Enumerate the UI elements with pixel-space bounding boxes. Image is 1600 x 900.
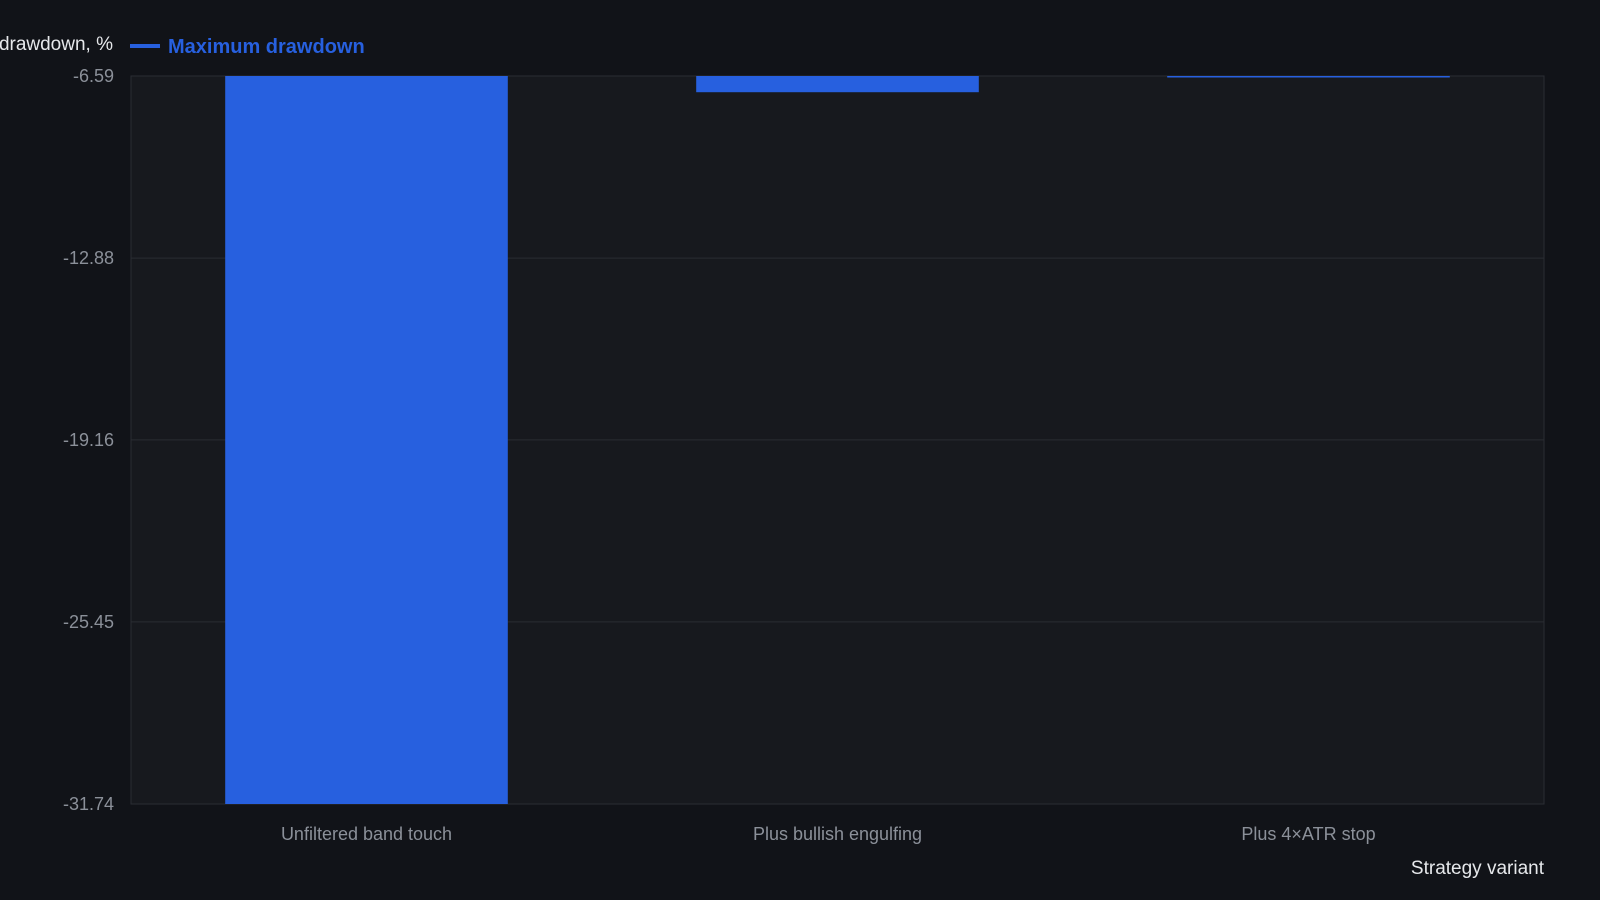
y-tick-label: -6.59: [73, 66, 114, 86]
x-axis-title: Strategy variant: [1411, 858, 1545, 879]
y-tick-label: -31.74: [63, 794, 114, 814]
y-tick-label: -12.88: [63, 248, 114, 268]
bar-chart: -6.59 -12.88 -19.16 -25.45 -31.74 Unfiltered…: [0, 0, 1600, 900]
bar[interactable]: [1167, 76, 1450, 78]
y-tick-label: -19.16: [63, 430, 114, 450]
x-tick-label: Plus 4×ATR stop: [1241, 824, 1375, 844]
y-tick-label: -25.45: [63, 612, 114, 632]
legend-label-maximum-drawdown: Maximum drawdown: [168, 36, 365, 58]
x-tick-label: Unfiltered band touch: [281, 824, 452, 844]
x-tick-label: Plus bullish engulfing: [753, 824, 922, 844]
bar[interactable]: [225, 76, 508, 804]
bar[interactable]: [696, 76, 979, 93]
y-axis-title: drawdown, %: [0, 34, 113, 55]
